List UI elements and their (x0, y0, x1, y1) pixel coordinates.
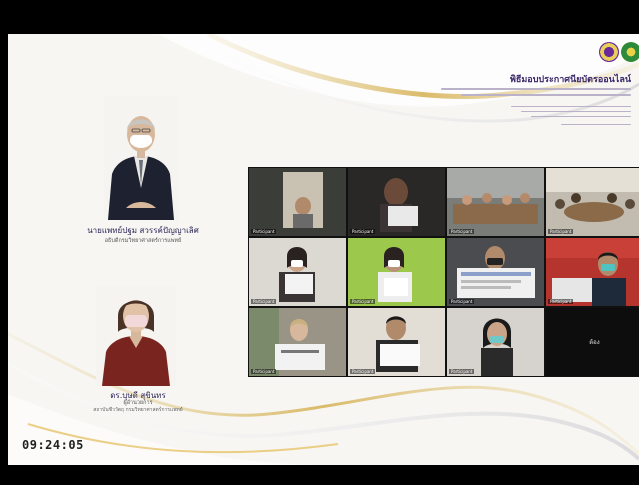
detail-line (531, 116, 631, 117)
panelist-affiliation: สถาบันชีววัตถุ กรมวิทยาศาสตร์การแพทย์ (93, 407, 183, 413)
organization-logo-icon (599, 42, 619, 62)
participant-tile[interactable]: Participant (447, 238, 544, 306)
participant-name: Participant (449, 299, 475, 304)
panelist-name-director: นายแพทย์ปฐม สวรรค์ปัญญาเลิศ (87, 226, 199, 235)
video-frame: พิธีมอบประกาศนียบัตรออนไลน์ นายแพทย์ปฐม … (0, 0, 639, 485)
participant-tile-camera-off[interactable]: ต้อง (546, 308, 639, 376)
participant-tile[interactable]: Participant (249, 308, 346, 376)
participant-name: Participant (449, 229, 475, 234)
detail-line (511, 106, 631, 107)
ceremony-stage: พิธีมอบประกาศนียบัตรออนไลน์ นายแพทย์ปฐม … (8, 34, 639, 465)
participant-tile[interactable]: Participant (348, 238, 445, 306)
participant-name: Participant (350, 229, 376, 234)
ministry-logo-icon (621, 42, 639, 62)
subtitle-line (441, 88, 631, 90)
panelist-role-director: อธิบดีกรมวิทยาศาสตร์การแพทย์ (104, 238, 182, 244)
participant-tile[interactable]: Participant (447, 168, 544, 236)
subtitle-line (461, 94, 631, 96)
participant-tile[interactable]: Participant (447, 308, 544, 376)
participant-name: Participant (548, 299, 574, 304)
participant-name: Participant (548, 229, 574, 234)
panelist-photo-director (104, 96, 178, 220)
participant-tile[interactable]: Participant (546, 168, 639, 236)
participant-name: Participant (449, 369, 475, 374)
panelist-photo-institute-director (96, 286, 176, 386)
participant-name: Participant (251, 229, 277, 234)
participant-tile[interactable]: Participant (249, 238, 346, 306)
detail-line (521, 111, 631, 112)
participant-name: Participant (251, 299, 277, 304)
participant-tile[interactable]: Participant (546, 238, 639, 306)
video-timestamp: 09:24:05 (22, 438, 84, 452)
participant-display-name: ต้อง (589, 339, 600, 346)
participant-name: Participant (350, 299, 376, 304)
participant-tile[interactable]: Participant (249, 168, 346, 236)
video-conference-grid: Participant Participant Participant Part… (248, 167, 639, 377)
participant-tile[interactable]: Participant (348, 308, 445, 376)
event-title: พิธีมอบประกาศนียบัตรออนไลน์ (509, 75, 631, 85)
date-line (561, 124, 631, 125)
participant-name: Participant (251, 369, 277, 374)
participant-name: Participant (350, 369, 376, 374)
participant-tile[interactable]: Participant (348, 168, 445, 236)
